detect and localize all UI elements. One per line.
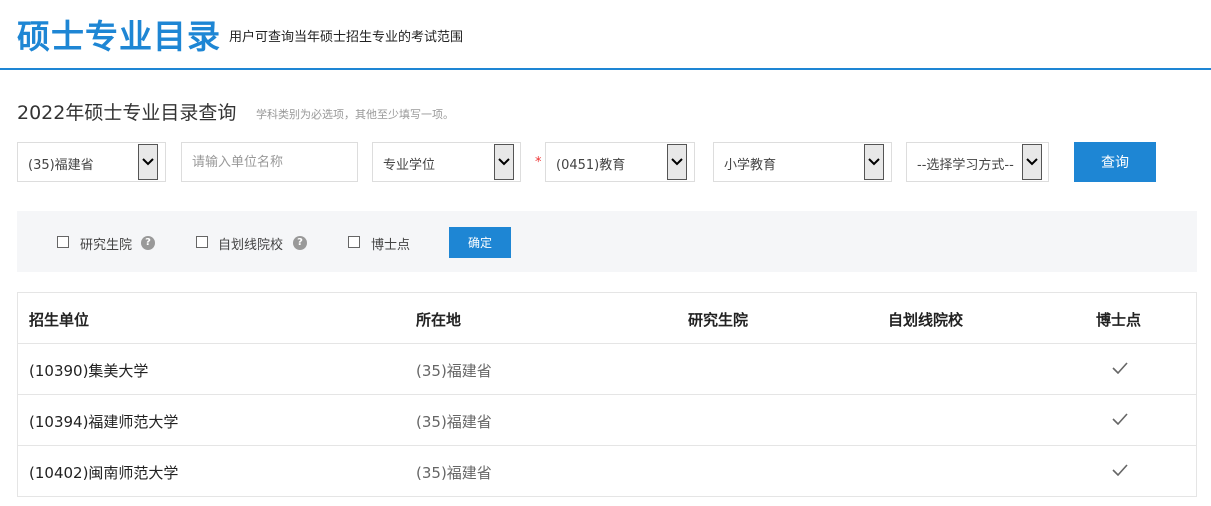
chevron-down-icon[interactable] (1022, 144, 1042, 180)
study-mode-select[interactable]: --选择学习方式-- (906, 142, 1049, 182)
unit-name[interactable]: (10402)闽南师范大学 (29, 462, 178, 483)
chevron-down-icon[interactable] (667, 144, 687, 180)
filter-bar: 研究生院 ? 自划线院校 ? 博士点 确定 (17, 211, 1197, 272)
doctoral-label: 博士点 (371, 238, 411, 253)
column-header: 招生单位 (29, 311, 90, 329)
column-header: 所在地 (416, 311, 462, 329)
column-header: 博士点 (1096, 311, 1142, 329)
unit-name-input[interactable] (182, 143, 357, 181)
table-row[interactable]: (10390)集美大学 (35)福建省 (18, 344, 1196, 395)
chevron-down-icon[interactable] (864, 144, 884, 180)
chevron-down-icon[interactable] (494, 144, 514, 180)
graduate-school-label: 研究生院 (80, 238, 133, 253)
location: (35)福建省 (416, 362, 492, 380)
discipline-select-value: (0451)教育 (556, 158, 626, 173)
query-button[interactable]: 查询 (1074, 142, 1156, 182)
table-header-row: 招生单位 所在地 研究生院 自划线院校 博士点 (18, 293, 1196, 344)
site-subtitle: 用户可查询当年硕士招生专业的考试范围 (229, 30, 464, 45)
column-header: 自划线院校 (888, 311, 964, 329)
discipline-select[interactable]: (0451)教育 (545, 142, 695, 182)
check-icon (1112, 413, 1128, 425)
major-select[interactable]: 小学教育 (713, 142, 892, 182)
table-row[interactable]: (10394)福建师范大学 (35)福建省 (18, 395, 1196, 446)
required-mark: * (535, 155, 542, 170)
province-select-value: (35)福建省 (28, 158, 94, 173)
page-header: 硕士专业目录 用户可查询当年硕士招生专业的考试范围 (0, 0, 1211, 70)
help-icon[interactable]: ? (141, 236, 155, 250)
graduate-school-checkbox[interactable] (57, 236, 69, 248)
location: (35)福建省 (416, 413, 492, 431)
province-select[interactable]: (35)福建省 (17, 142, 166, 182)
self-line-checkbox[interactable] (196, 236, 208, 248)
help-icon[interactable]: ? (293, 236, 307, 250)
doctoral-checkbox[interactable] (348, 236, 360, 248)
study-mode-select-value: --选择学习方式-- (917, 158, 1014, 173)
degree-type-select[interactable]: 专业学位 (372, 142, 521, 182)
self-line-label: 自划线院校 (218, 238, 284, 253)
unit-name-field[interactable] (181, 142, 358, 182)
major-select-value: 小学教育 (724, 158, 777, 173)
check-icon (1112, 464, 1128, 476)
unit-name[interactable]: (10390)集美大学 (29, 360, 148, 381)
column-header: 研究生院 (688, 311, 749, 329)
unit-name[interactable]: (10394)福建师范大学 (29, 411, 178, 432)
chevron-down-icon[interactable] (138, 144, 158, 180)
location: (35)福建省 (416, 464, 492, 482)
table-row[interactable]: (10402)闽南师范大学 (35)福建省 (18, 446, 1196, 497)
degree-type-select-value: 专业学位 (383, 158, 436, 173)
results-table: 招生单位 所在地 研究生院 自划线院校 博士点 (10390)集美大学 (35)… (17, 292, 1197, 497)
site-title: 硕士专业目录 (17, 17, 221, 56)
check-icon (1112, 362, 1128, 374)
confirm-button[interactable]: 确定 (449, 227, 511, 258)
query-hint: 学科类别为必选项，其他至少填写一项。 (256, 108, 454, 121)
query-title: 2022年硕士专业目录查询 (17, 102, 237, 124)
